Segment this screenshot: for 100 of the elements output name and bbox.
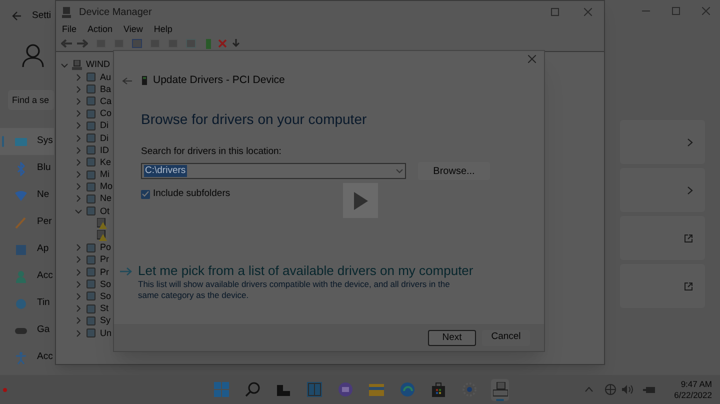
path-field[interactable]: C:\drivers [141,163,406,179]
device-icon [86,108,96,119]
play-button[interactable] [343,183,378,218]
tree-item[interactable]: Pr [100,268,109,277]
tree-item[interactable]: So [100,292,112,301]
nav-item[interactable]: Per [0,209,54,236]
maximize-icon[interactable] [551,8,559,16]
device-icon [86,316,96,326]
person-icon [14,270,28,284]
field-label: Search for drivers in this location: [141,144,282,159]
search-icon [244,382,260,397]
device-icon [86,157,96,168]
maximize-icon[interactable] [672,7,680,15]
tree-item[interactable]: So [100,280,112,289]
accessibility-icon [14,350,28,364]
device-icon [86,194,96,204]
back-icon[interactable] [61,39,72,48]
heading: Browse for drivers on your computer [141,110,368,129]
task-view-icon [276,382,290,397]
nav-item[interactable]: Acc [0,344,54,371]
nav-item[interactable]: Blu [0,155,54,182]
taskbar-app[interactable] [491,378,509,400]
brush-icon [14,216,28,230]
close-icon[interactable] [584,8,592,16]
nav-item[interactable]: Acc [0,263,54,290]
nav-item[interactable]: Ga [0,317,54,344]
clock[interactable]: 9:47 AM 6/22/2022 [674,378,712,400]
back-icon[interactable] [122,76,132,85]
download-icon[interactable] [232,39,240,48]
nav-item[interactable]: Ap [0,236,54,263]
tree-item[interactable]: Mi [100,170,110,180]
date-label: 6/22/2022 [674,390,712,400]
computer-icon [72,60,82,70]
window-title: Setti [32,8,52,23]
device-icon [86,267,96,278]
play-icon [354,192,368,210]
tree-item[interactable]: Ne [100,194,112,204]
network-icon [14,188,28,202]
device-icon [86,291,96,302]
next-button[interactable]: Next [428,330,476,346]
external-link-icon [684,234,693,242]
chevron-icon [687,138,693,146]
driver-list-link[interactable]: Let me pick from a list of available drivers on my computer [138,263,474,278]
menu-item[interactable]: Action [88,22,113,36]
device-icon [86,328,96,338]
checkbox[interactable] [141,190,150,199]
device-icon [142,76,147,86]
tree-item[interactable]: Mo [100,182,113,192]
browse-button[interactable]: Browse... [418,162,490,180]
device-icon [86,279,96,290]
folder-icon [368,382,384,397]
warning-device-icon[interactable] [97,218,107,229]
computer-icon [62,6,71,18]
delete-icon[interactable] [218,39,227,48]
tree-item[interactable]: Co [100,109,112,118]
tree-item[interactable]: Di [100,121,108,130]
nav-item[interactable]: Sys [0,128,54,155]
tree-item[interactable]: Di [100,134,108,143]
arrow-icon [120,267,133,276]
warning-device-icon[interactable] [97,230,107,242]
device-icon [86,120,96,131]
tree-item[interactable]: Po [100,243,112,252]
tree-item[interactable]: Ba [100,84,112,94]
check-icon [142,191,149,198]
tree-item[interactable]: Pr [100,255,109,264]
user-avatar-icon [22,44,44,68]
store-icon [430,382,446,397]
time-label: 9:47 AM [680,378,712,390]
nav-item[interactable]: Tin [0,290,54,317]
forward-icon[interactable] [77,39,88,48]
globe-icon[interactable] [605,384,616,395]
tree-item[interactable]: St [100,304,109,314]
window-title: Device Manager [79,6,152,20]
device-icon [86,84,96,94]
device-icon [86,254,96,265]
tree-item[interactable]: Ca [100,96,112,106]
menu-item[interactable]: View [124,22,143,36]
globe-icon [14,296,28,310]
close-icon[interactable] [528,55,536,63]
speaker-icon[interactable] [622,385,634,394]
tree-item[interactable]: Un [100,328,112,338]
link-description: This list will show available drivers compatible with the device, and all drivers in the same category as the device. [138,279,451,302]
menu-item[interactable]: Help [154,22,172,36]
tree-item[interactable]: ID [100,146,109,155]
snap-layout-icon [306,382,322,397]
device-icon [86,145,96,156]
tree-item[interactable]: Ke [100,158,112,167]
tree-item[interactable]: Sy [100,316,111,326]
tree-item[interactable]: WIND [86,58,110,72]
nav-item[interactable]: Ne [0,182,54,209]
device-icon [86,72,96,82]
tree-item[interactable]: Au [100,72,112,82]
menu-item[interactable]: File [62,22,77,36]
battery-icon[interactable] [643,386,656,394]
chat-icon [338,382,352,397]
device-icon [86,182,96,192]
search-field[interactable]: Find a se [8,90,54,110]
chevron-up-icon[interactable] [585,387,594,392]
tree-item[interactable]: Ot [100,206,110,216]
close-icon[interactable] [702,7,710,15]
